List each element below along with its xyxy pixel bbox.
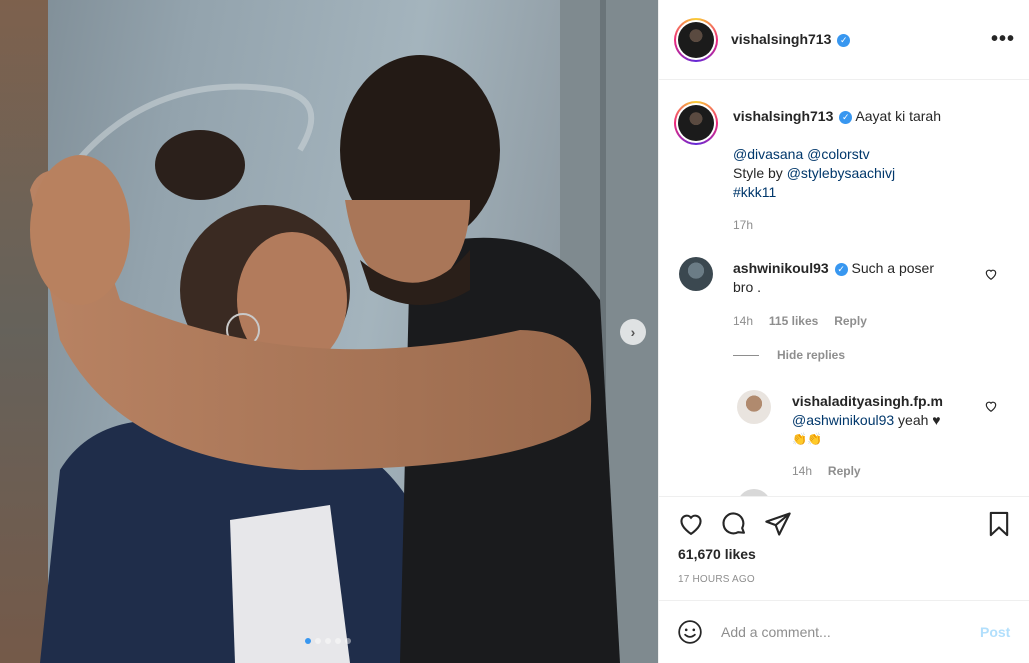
carousel-dots [305, 638, 351, 644]
mention-link[interactable]: @ashwinikoul93 [792, 412, 894, 428]
comment-text-continued: bro . [733, 279, 762, 295]
comment-time[interactable]: 14h [733, 314, 753, 328]
carousel-dot [335, 638, 341, 644]
divider-line [733, 355, 759, 356]
reply-username[interactable]: vishaladityasingh.fp.m [792, 393, 943, 409]
more-options-icon[interactable]: ••• [991, 28, 1015, 51]
post-comment-button[interactable]: Post [980, 624, 1010, 640]
reply-button[interactable]: Reply [828, 464, 861, 478]
emoji-icon[interactable] [677, 619, 703, 645]
carousel-dot [325, 638, 331, 644]
reply-text-line: @ashwinikoul93 yeah ♥ [792, 411, 941, 430]
comment: ashwinikoul93 ✓ Such a poser [733, 259, 983, 278]
verified-badge-icon: ✓ [837, 34, 851, 47]
post-photo[interactable]: › [0, 0, 658, 663]
carousel-dot [315, 638, 321, 644]
like-comment-heart-icon[interactable] [984, 267, 998, 281]
author-avatar[interactable] [674, 18, 718, 62]
author-name-row: vishalsingh713 ✓ [731, 31, 851, 47]
likes-count[interactable]: 61,670 likes [678, 546, 756, 562]
verified-badge-icon: ✓ [834, 263, 848, 276]
reply-time[interactable]: 14h [792, 464, 812, 478]
mention-link[interactable]: @stylebysaachivj [787, 165, 895, 181]
share-paper-plane-icon[interactable] [764, 510, 792, 538]
comment-text: Such a poser [851, 260, 934, 276]
caption: vishalsingh713 ✓ Aayat ki tarah [733, 107, 1018, 126]
caption-time[interactable]: 17h [733, 218, 753, 232]
next-reply-avatar[interactable] [737, 489, 771, 496]
clap-emoji: 👏👏 [792, 432, 822, 446]
caption-mentions: @divasana @colorstv [733, 145, 870, 164]
caption-hashtag-line: #kkk11 [733, 183, 776, 202]
post-timestamp[interactable]: 17 HOURS AGO [678, 574, 755, 585]
caption-text: Aayat ki tarah [855, 108, 942, 124]
commenter-avatar[interactable] [679, 257, 713, 291]
reply-button[interactable]: Reply [834, 314, 867, 328]
reply: vishaladityasingh.fp.m [792, 392, 943, 411]
post-actions: 61,670 likes 17 HOURS AGO [659, 498, 1029, 600]
reply-meta: 14h Reply [792, 462, 861, 478]
heart-emoji: ♥ [932, 412, 941, 428]
comment-username[interactable]: ashwinikoul93 [733, 260, 829, 276]
verified-badge-icon: ✓ [839, 111, 853, 124]
like-heart-icon[interactable] [677, 510, 705, 538]
hashtag-link[interactable]: #kkk11 [733, 184, 776, 200]
replier-avatar[interactable] [737, 390, 771, 424]
comment-input[interactable] [721, 621, 971, 643]
save-bookmark-icon[interactable] [985, 510, 1013, 538]
photo-illustration [0, 0, 658, 663]
like-reply-heart-icon[interactable] [984, 399, 998, 413]
comment-bubble-icon[interactable] [720, 510, 748, 538]
author-username[interactable]: vishalsingh713 [731, 31, 831, 47]
carousel-dot [305, 638, 311, 644]
hide-replies-button[interactable]: Hide replies [777, 348, 845, 362]
mention-link[interactable]: @colorstv [807, 146, 869, 162]
post-header: vishalsingh713 ✓ ••• [659, 0, 1029, 80]
style-prefix: Style by [733, 165, 783, 181]
mention-link[interactable]: @divasana [733, 146, 803, 162]
instagram-post-view: › vishalsingh713 ✓ ••• vishalsingh713 ✓ … [0, 0, 1029, 663]
caption-style-line: Style by @stylebysaachivj [733, 164, 895, 183]
caption-username[interactable]: vishalsingh713 [733, 108, 833, 124]
post-side-panel: vishalsingh713 ✓ ••• vishalsingh713 ✓ Aa… [658, 0, 1029, 663]
comment-meta: 14h 115 likes Reply [733, 312, 867, 328]
chevron-right-icon: › [630, 324, 636, 340]
caption-avatar[interactable] [674, 101, 718, 145]
comment-composer: Post [659, 600, 1029, 663]
comment-likes[interactable]: 115 likes [769, 314, 818, 328]
comments-scroll-area[interactable]: vishalsingh713 ✓ Aayat ki tarah @divasan… [659, 81, 1029, 497]
carousel-dot [345, 638, 351, 644]
reply-text: yeah [898, 412, 929, 428]
next-slide-button[interactable]: › [620, 319, 646, 345]
